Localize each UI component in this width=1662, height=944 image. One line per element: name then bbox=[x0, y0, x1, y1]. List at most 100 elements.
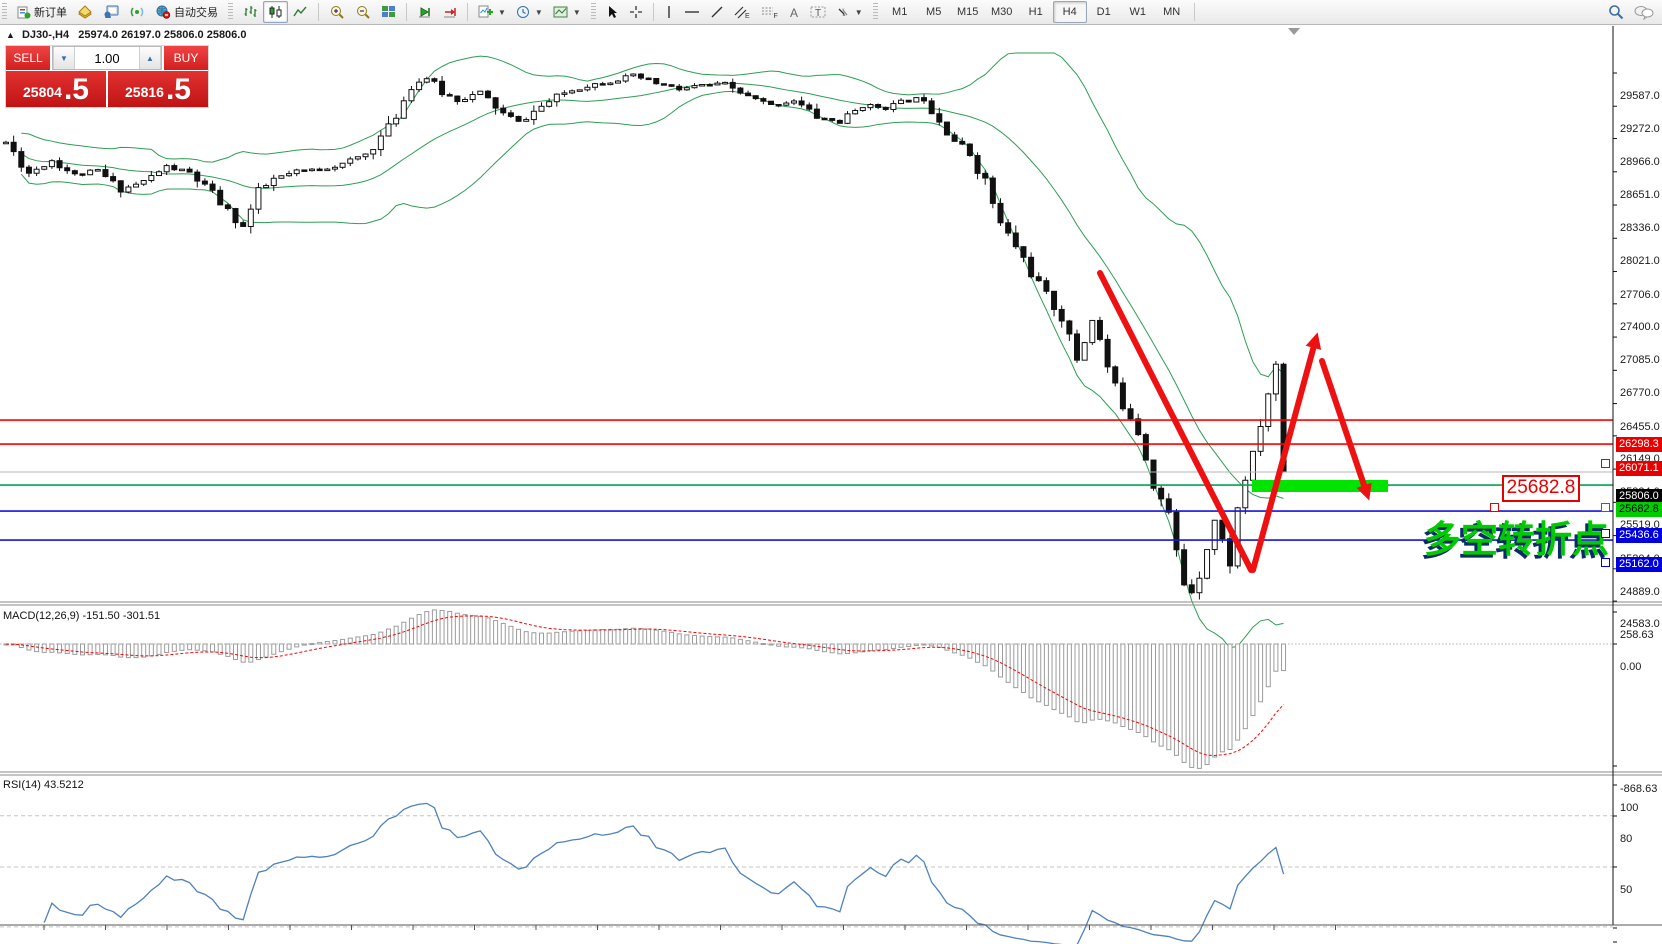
toolbar-grip bbox=[591, 3, 596, 21]
chat-icon[interactable] bbox=[1634, 5, 1654, 20]
terminal-button[interactable] bbox=[98, 1, 124, 23]
timeframe-button-h1[interactable]: H1 bbox=[1019, 1, 1053, 23]
price-tick-label: 28651.0 bbox=[1620, 189, 1660, 201]
buy-price[interactable]: 25816 .5 bbox=[108, 71, 208, 107]
terminal-icon bbox=[103, 5, 119, 19]
chevron-down-icon: ▼ bbox=[573, 8, 581, 17]
candle-chart-button[interactable] bbox=[263, 1, 288, 23]
toolbar-grip bbox=[228, 3, 233, 21]
price-axis-badge: 25436.6 bbox=[1616, 528, 1662, 543]
timeframe-button-mn[interactable]: MN bbox=[1155, 1, 1189, 23]
arrows-icon bbox=[836, 5, 851, 19]
timeframe-button-d1[interactable]: D1 bbox=[1087, 1, 1121, 23]
price-axis-badge: 26071.1 bbox=[1616, 461, 1662, 476]
timeframe-button-m1[interactable]: M1 bbox=[883, 1, 917, 23]
chevron-down-icon: ▼ bbox=[498, 8, 506, 17]
lot-decrease-button[interactable]: ▼ bbox=[53, 47, 75, 69]
line-chart-button[interactable] bbox=[288, 1, 313, 23]
object-handle[interactable] bbox=[1601, 529, 1610, 538]
horizontal-line-button[interactable] bbox=[679, 1, 705, 23]
sell-price-fraction: .5 bbox=[64, 75, 89, 105]
new-order-icon bbox=[17, 5, 31, 19]
text-label-icon: T bbox=[810, 5, 826, 19]
macd-scale-label: 258.63 bbox=[1620, 629, 1654, 641]
new-order-label: 新订单 bbox=[34, 4, 67, 20]
trendline-button[interactable] bbox=[705, 1, 729, 23]
timeframe-button-m15[interactable]: M15 bbox=[951, 1, 985, 23]
auto-trading-icon bbox=[155, 5, 171, 19]
templates-button[interactable]: ▼ bbox=[548, 1, 586, 23]
vertical-line-button[interactable] bbox=[659, 1, 679, 23]
price-axis-badge: 25162.0 bbox=[1616, 557, 1662, 572]
sell-price-main: 25804 bbox=[23, 79, 62, 105]
zoom-in-button[interactable] bbox=[324, 1, 350, 23]
price-tick-label: 26770.0 bbox=[1620, 387, 1660, 399]
macd-scale-label: 0.00 bbox=[1620, 661, 1641, 673]
clock-icon bbox=[516, 5, 531, 19]
sell-button[interactable]: SELL bbox=[6, 46, 50, 70]
object-handle[interactable] bbox=[1601, 459, 1610, 468]
one-click-trading-panel: SELL ▼ ▲ BUY 25804 .5 25816 .5 bbox=[5, 45, 209, 108]
trendline-icon bbox=[710, 5, 724, 19]
buy-price-main: 25816 bbox=[125, 79, 164, 105]
timeframe-button-m30[interactable]: M30 bbox=[985, 1, 1019, 23]
zoom-out-button[interactable] bbox=[350, 1, 376, 23]
object-handle[interactable] bbox=[1601, 503, 1610, 512]
crosshair-icon bbox=[629, 5, 643, 19]
price-callout-label[interactable]: 25682.8 bbox=[1502, 475, 1580, 502]
chart-shift-button[interactable] bbox=[437, 1, 462, 23]
sell-price[interactable]: 25804 .5 bbox=[6, 71, 106, 107]
turning-point-annotation[interactable]: 多空转折点 bbox=[1424, 509, 1609, 563]
tile-windows-button[interactable] bbox=[376, 1, 401, 23]
cursor-button[interactable] bbox=[601, 1, 624, 23]
auto-scroll-button[interactable] bbox=[412, 1, 437, 23]
new-order-button[interactable]: 新订单 bbox=[12, 1, 72, 23]
tile-windows-icon bbox=[381, 5, 396, 19]
chevron-down-icon: ▼ bbox=[535, 8, 543, 17]
timeframe-button-w1[interactable]: W1 bbox=[1121, 1, 1155, 23]
price-tick-label: 28966.0 bbox=[1620, 156, 1660, 168]
collapse-panel-icon[interactable]: ▲ bbox=[6, 30, 15, 40]
auto-trading-button[interactable]: 自动交易 bbox=[150, 1, 223, 23]
text-button[interactable]: A bbox=[783, 1, 805, 23]
mt4-window: 新订单 自动交易 bbox=[0, 0, 1662, 944]
svg-text:T: T bbox=[815, 8, 821, 19]
bar-chart-button[interactable] bbox=[238, 1, 263, 23]
chart-symbol-period: DJ30-,H4 bbox=[22, 29, 69, 41]
crosshair-button[interactable] bbox=[624, 1, 648, 23]
price-tick-label: 27706.0 bbox=[1620, 289, 1660, 301]
lot-increase-button[interactable]: ▲ bbox=[139, 47, 161, 69]
signals-button[interactable] bbox=[124, 1, 150, 23]
timeframe-button-h4[interactable]: H4 bbox=[1053, 1, 1087, 23]
search-icon[interactable] bbox=[1608, 4, 1624, 20]
svg-text:E: E bbox=[745, 13, 750, 19]
buy-button[interactable]: BUY bbox=[164, 46, 208, 70]
price-tick-label: 29272.0 bbox=[1620, 123, 1660, 135]
macd-indicator-label: MACD(12,26,9) -151.50 -301.51 bbox=[3, 610, 160, 622]
chart-plot-area[interactable] bbox=[0, 25, 1662, 944]
toolbar-grip bbox=[2, 3, 7, 21]
arrows-button[interactable]: ▼ bbox=[831, 1, 868, 23]
chart-shift-marker-icon[interactable] bbox=[1288, 28, 1300, 35]
svg-text:F: F bbox=[773, 13, 777, 19]
cursor-icon bbox=[606, 5, 619, 19]
indicators-button[interactable]: ▼ bbox=[473, 1, 511, 23]
text-label-button[interactable]: T bbox=[805, 1, 831, 23]
horizontal-line-icon bbox=[684, 5, 700, 19]
object-handle[interactable] bbox=[1601, 558, 1610, 567]
zoom-in-icon bbox=[329, 5, 345, 20]
periods-button[interactable]: ▼ bbox=[511, 1, 548, 23]
object-handle[interactable] bbox=[1490, 503, 1499, 512]
vertical-line-icon bbox=[664, 5, 674, 19]
signals-icon bbox=[129, 5, 145, 19]
price-axis-badge: 25682.8 bbox=[1616, 502, 1662, 517]
market-watch-button[interactable] bbox=[72, 1, 98, 23]
price-tick-label: 24889.0 bbox=[1620, 586, 1660, 598]
equidistant-channel-button[interactable]: E bbox=[729, 1, 756, 23]
fibonacci-button[interactable]: F bbox=[756, 1, 783, 23]
price-tick-label: 28336.0 bbox=[1620, 222, 1660, 234]
indicators-icon bbox=[478, 5, 494, 19]
lot-size-input[interactable] bbox=[75, 47, 139, 69]
timeframe-button-m5[interactable]: M5 bbox=[917, 1, 951, 23]
price-tick-label: 28021.0 bbox=[1620, 255, 1660, 267]
